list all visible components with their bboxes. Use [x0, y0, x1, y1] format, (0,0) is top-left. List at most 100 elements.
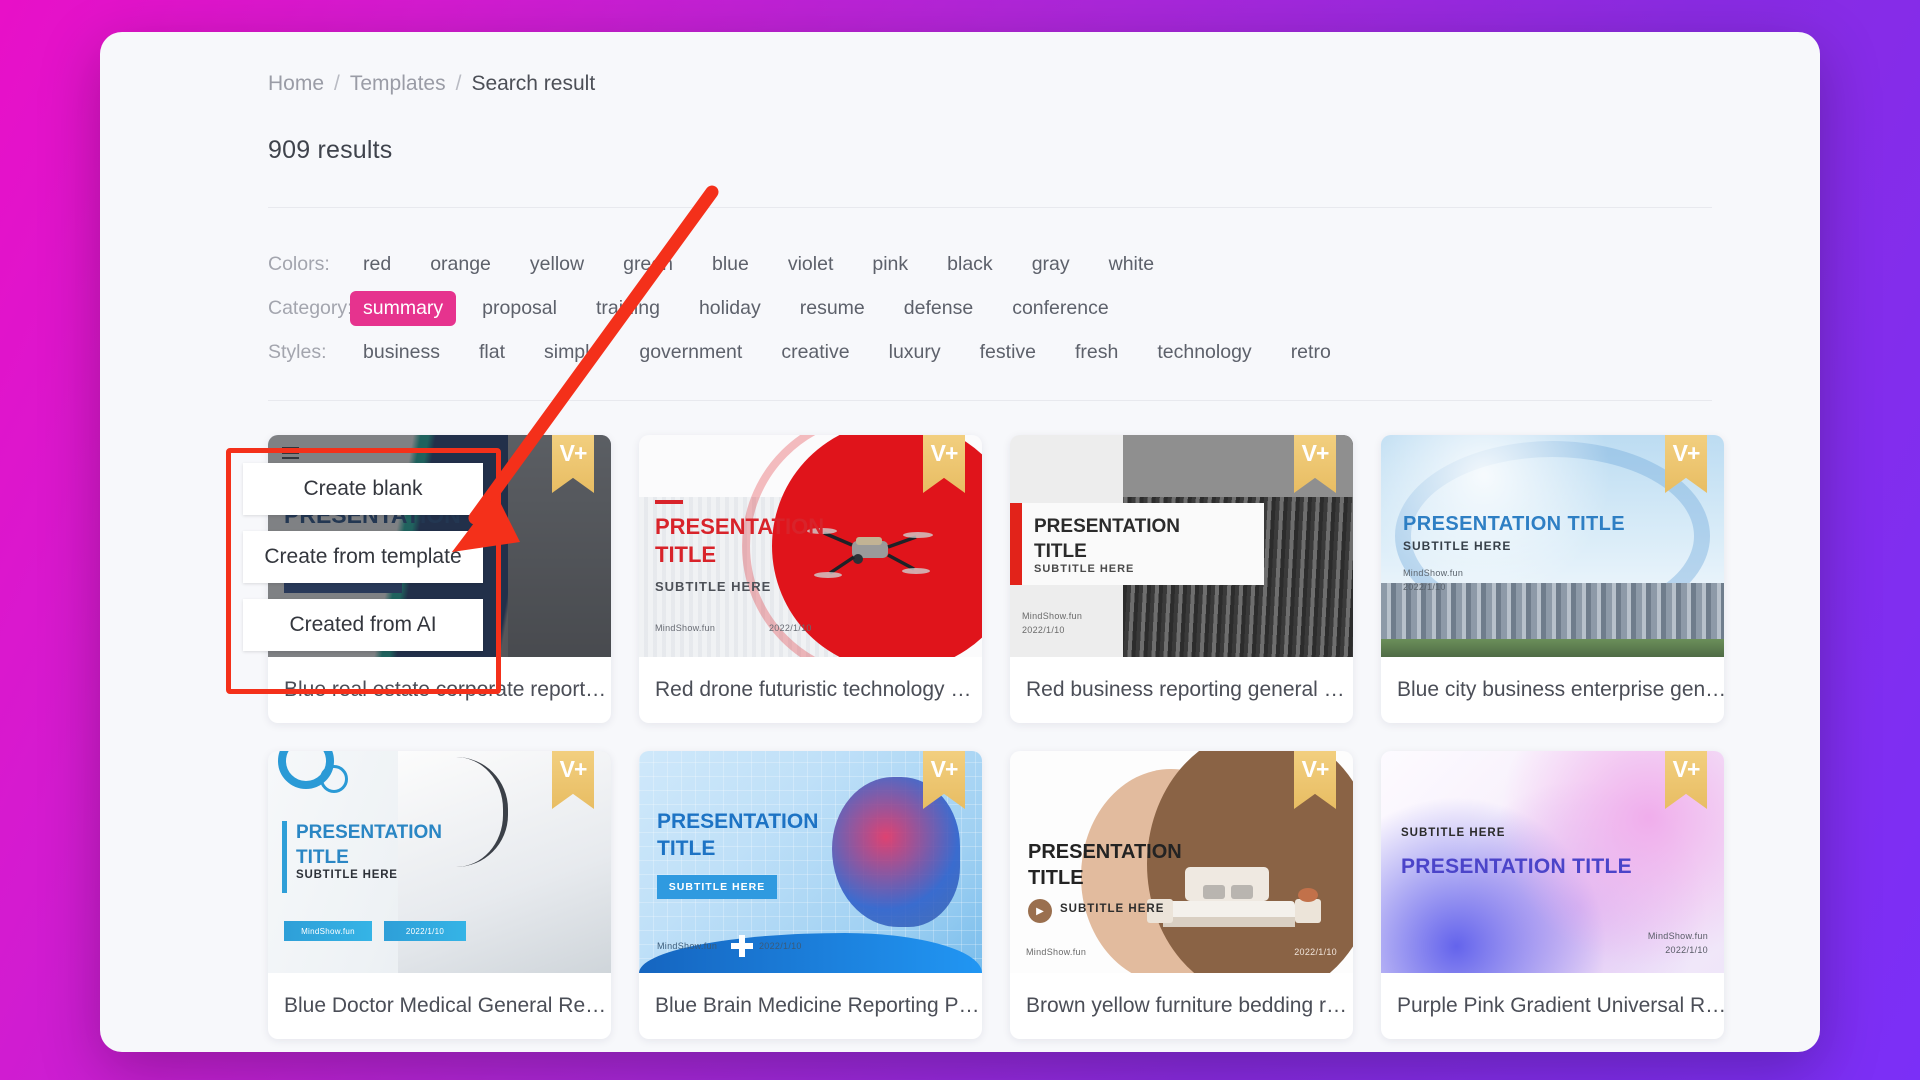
filter-chip-fresh[interactable]: fresh	[1062, 335, 1131, 370]
template-card[interactable]: PRESENTATION TITLE SUBTITLE HERE MindSho…	[268, 751, 611, 1039]
filter-chip-simple[interactable]: simple	[531, 335, 613, 370]
template-card[interactable]: PRESENTATION TITLE SUBTITLE HERE MindSho…	[1010, 435, 1353, 723]
filter-label-category: Category:	[268, 296, 353, 319]
filter-chip-proposal[interactable]: proposal	[469, 291, 570, 326]
template-thumbnail[interactable]: PRESENTATION TITLE SUBTITLE HERE MindSho…	[1381, 435, 1724, 657]
menu-item-create-from-template[interactable]: Create from template	[243, 531, 483, 583]
filter-chip-resume[interactable]: resume	[787, 291, 878, 326]
filter-chip-retro[interactable]: retro	[1278, 335, 1344, 370]
template-card[interactable]: PRESENTATION TITLE ▶ SUBTITLE HERE MindS…	[1010, 751, 1353, 1039]
slide-title: PRESENTATION TITLE	[1401, 855, 1632, 878]
template-card[interactable]: PRESENTATION TITLE SUBTITLE HERE MindSho…	[639, 435, 982, 723]
slide-subtitle: SUBTITLE HERE	[1034, 563, 1135, 575]
template-thumbnail[interactable]: PRESENTATION TITLE SUBTITLE HERE MindSho…	[268, 751, 611, 973]
template-thumbnail[interactable]: PRESENTATION TITLE ▶ SUBTITLE HERE MindS…	[1010, 751, 1353, 973]
filter-chip-orange[interactable]: orange	[417, 247, 504, 282]
breadcrumb-item-home[interactable]: Home	[268, 72, 324, 96]
breadcrumb-item-templates[interactable]: Templates	[350, 72, 446, 96]
filter-chip-green[interactable]: green	[610, 247, 686, 282]
slide-subtitle: SUBTITLE HERE	[655, 579, 772, 594]
filter-chip-summary[interactable]: summary	[350, 290, 457, 326]
slide-brand: MindShow.fun	[657, 941, 718, 951]
play-icon[interactable]: ▶	[1028, 899, 1052, 923]
template-card-title: Purple Pink Gradient Universal R…	[1397, 994, 1724, 1017]
slide-date: 2022/1/10	[384, 921, 466, 941]
template-thumbnail[interactable]: PRESENTATION TITLE SUBTITLE HERE MindSho…	[639, 435, 982, 657]
filter-chip-yellow[interactable]: yellow	[517, 247, 597, 282]
filter-chip-creative[interactable]: creative	[768, 335, 862, 370]
template-card-title: Red business reporting general …	[1026, 678, 1345, 701]
filter-row-category: Category: summary proposal training holi…	[268, 286, 1772, 330]
filter-chip-gray[interactable]: gray	[1019, 247, 1083, 282]
filter-chip-blue[interactable]: blue	[699, 247, 762, 282]
template-thumbnail[interactable]: SUBTITLE HERE PRESENTATION TITLE MindSho…	[1381, 751, 1724, 973]
filter-label-styles: Styles:	[268, 340, 327, 363]
slide-subtitle: SUBTITLE HERE	[1401, 827, 1506, 839]
template-card-title: Blue real estate corporate report…	[284, 678, 607, 701]
slide-date: 2022/1/10	[1294, 947, 1337, 957]
slide-date: 2022/1/10	[1403, 581, 1446, 592]
filter-chip-violet[interactable]: violet	[775, 247, 847, 282]
filter-chip-pink[interactable]: pink	[859, 247, 921, 282]
filter-chip-flat[interactable]: flat	[466, 335, 518, 370]
breadcrumb: Home / Templates / Search result	[148, 72, 1772, 96]
template-card-title: Blue Doctor Medical General Re…	[284, 994, 607, 1017]
slide-date: 2022/1/10	[1022, 624, 1065, 635]
slide-date: 2022/1/10	[769, 623, 812, 633]
slide-subtitle: SUBTITLE HERE	[296, 869, 398, 881]
results-count: 909 results	[268, 136, 393, 164]
create-context-menu: Create blank Create from template Create…	[243, 463, 483, 651]
slide-subtitle: SUBTITLE HERE	[657, 875, 777, 899]
filter-row-styles: Styles: business flat simple government …	[268, 330, 1772, 374]
slide-subtitle: SUBTITLE HERE	[1403, 539, 1512, 553]
divider-filters	[268, 400, 1712, 401]
slide-title: PRESENTATION TITLE	[1034, 516, 1181, 562]
filter-chip-defense[interactable]: defense	[891, 291, 986, 326]
breadcrumb-separator: /	[334, 72, 340, 95]
filter-chip-holiday[interactable]: holiday	[686, 291, 774, 326]
slide-title: PRESENTATION TITLE	[296, 822, 443, 868]
template-card-title: Blue Brain Medicine Reporting P…	[655, 994, 980, 1017]
slide-title: PRESENTATION TITLE	[1403, 513, 1626, 535]
slide-date: 2022/1/10	[759, 941, 802, 951]
filter-chip-festive[interactable]: festive	[967, 335, 1049, 370]
menu-item-created-from-ai[interactable]: Created from AI	[243, 599, 483, 651]
filter-chips-styles: business flat simple government creative…	[350, 335, 1357, 370]
filter-chip-training[interactable]: training	[583, 291, 673, 326]
filter-label-colors: Colors:	[268, 252, 330, 275]
slide-brand: MindShow.fun	[1022, 611, 1083, 621]
filter-chip-government[interactable]: government	[626, 335, 755, 370]
medical-cross-icon	[731, 935, 753, 957]
template-card[interactable]: SUBTITLE HERE PRESENTATION TITLE MindSho…	[1381, 751, 1724, 1039]
slide-title: PRESENTATION TITLE	[655, 514, 825, 567]
filter-chip-black[interactable]: black	[934, 247, 1006, 282]
slide-title: PRESENTATION TITLE	[657, 810, 819, 860]
template-thumbnail[interactable]: PRESENTATION TITLE SUBTITLE HERE MindSho…	[1010, 435, 1353, 657]
menu-item-create-blank[interactable]: Create blank	[243, 463, 483, 515]
filter-chip-conference[interactable]: conference	[999, 291, 1121, 326]
slide-date: 2022/1/10	[1665, 944, 1708, 955]
brain-illustration	[832, 777, 960, 927]
slide-brand: MindShow.fun	[655, 623, 716, 633]
template-card-title: Brown yellow furniture bedding r…	[1026, 994, 1347, 1017]
filter-chip-white[interactable]: white	[1096, 247, 1168, 282]
template-card[interactable]: PRESENTATION TITLE SUBTITLE HERE MindSho…	[1381, 435, 1724, 723]
filter-chip-luxury[interactable]: luxury	[876, 335, 954, 370]
filter-chip-technology[interactable]: technology	[1144, 335, 1264, 370]
template-thumbnail[interactable]: PRESENTATION TITLE SUBTITLE HERE MindSho…	[639, 751, 982, 973]
slide-subtitle: SUBTITLE HERE	[1060, 903, 1165, 915]
slide-brand: MindShow.fun	[1403, 568, 1464, 578]
slide-brand: MindShow.fun	[284, 921, 372, 941]
breadcrumb-separator: /	[455, 72, 462, 95]
filter-row-colors: Colors: red orange yellow green blue vio…	[268, 242, 1772, 286]
slide-brand: MindShow.fun	[1026, 947, 1087, 957]
filter-chips-colors: red orange yellow green blue violet pink…	[350, 247, 1180, 282]
slide-meta: MindShow.fun 2022/1/10	[1022, 610, 1082, 637]
template-card[interactable]: PRESENTATION TITLE SUBTITLE HERE MindSho…	[639, 751, 982, 1039]
slide-title: PRESENTATION TITLE	[1028, 841, 1182, 890]
divider-top	[268, 207, 1712, 208]
template-card-title: Blue city business enterprise gen…	[1397, 678, 1724, 701]
filter-chip-business[interactable]: business	[350, 335, 453, 370]
filter-panel: Colors: red orange yellow green blue vio…	[148, 242, 1772, 374]
filter-chip-red[interactable]: red	[350, 247, 404, 282]
